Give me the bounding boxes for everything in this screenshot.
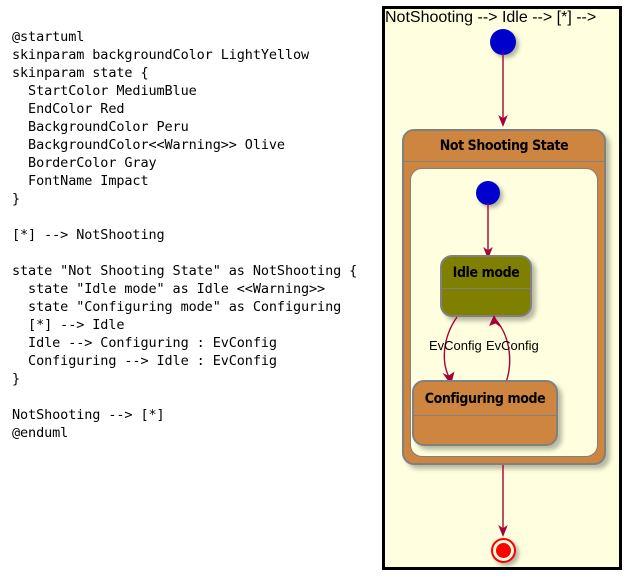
final-state-inner-dot	[496, 543, 511, 558]
initial-pseudo-state-circle-inner[interactable]	[476, 181, 500, 205]
initial-pseudo-state-circle[interactable]	[490, 29, 516, 55]
transition-start-to-notshooting	[498, 53, 508, 127]
final-state-circle[interactable]	[491, 538, 516, 563]
composite-state-title: Not Shooting State	[404, 131, 604, 162]
state-configuring-mode-title: Configuring mode	[414, 382, 556, 416]
state-configuring-mode[interactable]: Configuring mode	[412, 380, 558, 446]
transition-label-idle-to-configuring: EvConfig	[429, 338, 482, 353]
plantuml-source-code: @startuml skinparam backgroundColor Ligh…	[12, 29, 358, 441]
state-idle-mode[interactable]: Idle mode	[440, 255, 532, 317]
transition-label-configuring-to-idle: EvConfig	[486, 338, 539, 353]
transition-notshooting-to-final	[498, 465, 508, 537]
state-idle-mode-title: Idle mode	[442, 257, 530, 289]
transition-start-to-idle	[483, 203, 493, 259]
source-code-panel: @startuml skinparam backgroundColor Ligh…	[0, 0, 378, 584]
state-diagram-canvas: NotShooting --> Not Shooting State Idle …	[382, 6, 622, 570]
